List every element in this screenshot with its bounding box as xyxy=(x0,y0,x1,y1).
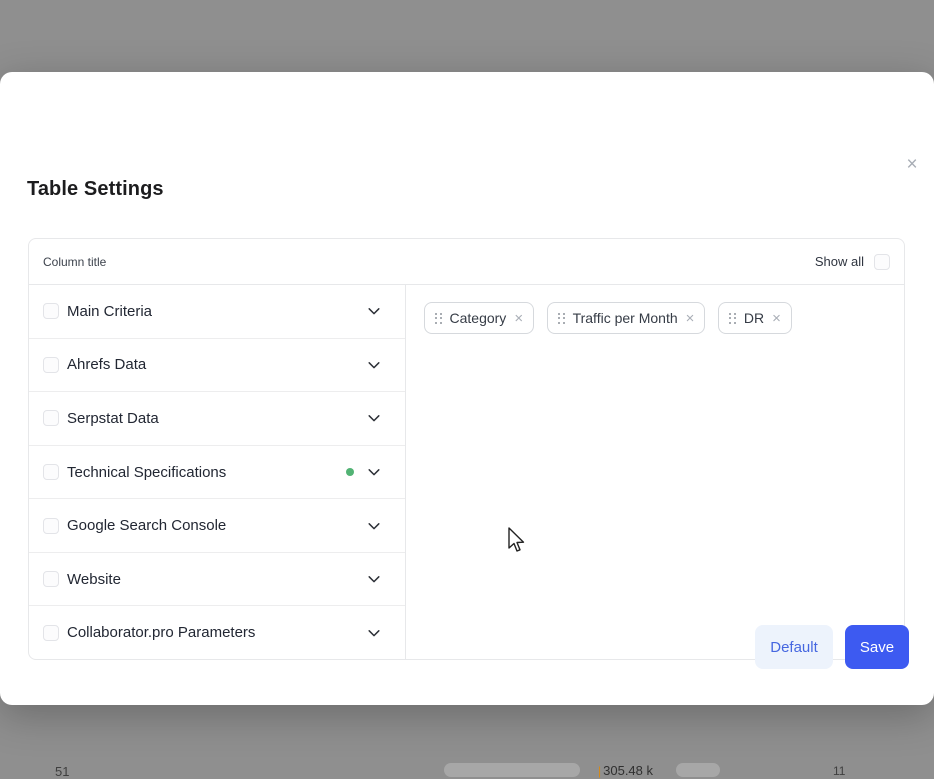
selected-columns-area: Category × Traffic per Month × DR × xyxy=(406,285,904,659)
category-row-collaborator-pro-parameters[interactable]: Collaborator.pro Parameters xyxy=(29,605,405,659)
category-checkbox[interactable] xyxy=(43,303,59,319)
category-checkbox[interactable] xyxy=(43,357,59,373)
chevron-down-icon[interactable] xyxy=(367,358,381,372)
category-list: Main Criteria Ahrefs Data Serpstat Data xyxy=(29,285,406,659)
category-row-website[interactable]: Website xyxy=(29,552,405,606)
category-row-google-search-console[interactable]: Google Search Console xyxy=(29,498,405,552)
drag-handle-icon[interactable] xyxy=(558,313,565,324)
column-chip-traffic-per-month[interactable]: Traffic per Month × xyxy=(547,302,705,334)
chevron-down-icon[interactable] xyxy=(367,519,381,533)
category-checkbox[interactable] xyxy=(43,464,59,480)
save-button[interactable]: Save xyxy=(845,625,909,669)
table-settings-modal: × Table Settings Column title Show all M… xyxy=(0,72,934,705)
chevron-down-icon[interactable] xyxy=(367,465,381,479)
category-checkbox[interactable] xyxy=(43,571,59,587)
modal-title: Table Settings xyxy=(27,178,164,201)
category-row-ahrefs-data[interactable]: Ahrefs Data xyxy=(29,338,405,392)
category-checkbox[interactable] xyxy=(43,625,59,641)
show-all-checkbox[interactable] xyxy=(874,254,890,270)
drag-handle-icon[interactable] xyxy=(729,313,736,324)
columns-panel: Column title Show all Main Criteria Ahre… xyxy=(28,238,905,660)
category-row-technical-specifications[interactable]: Technical Specifications xyxy=(29,445,405,499)
background-page-strip: 51 |305.48 k 11 xyxy=(0,756,934,772)
column-title-label: Column title xyxy=(43,255,106,269)
background-pill xyxy=(676,763,720,777)
background-right-value: 11 xyxy=(833,764,845,778)
background-pill xyxy=(444,763,580,777)
category-row-main-criteria[interactable]: Main Criteria xyxy=(29,285,405,338)
panel-header: Column title Show all xyxy=(29,239,904,285)
category-row-serpstat-data[interactable]: Serpstat Data xyxy=(29,391,405,445)
category-checkbox[interactable] xyxy=(43,410,59,426)
column-chip-dr[interactable]: DR × xyxy=(718,302,792,334)
flame-icon: | xyxy=(598,764,601,778)
show-all-label: Show all xyxy=(815,254,864,269)
remove-chip-icon[interactable]: × xyxy=(514,311,523,326)
close-icon[interactable]: × xyxy=(898,150,926,178)
background-metric: |305.48 k xyxy=(598,763,653,778)
chevron-down-icon[interactable] xyxy=(367,572,381,586)
category-checkbox[interactable] xyxy=(43,518,59,534)
active-indicator-dot xyxy=(346,468,354,476)
chevron-down-icon[interactable] xyxy=(367,626,381,640)
remove-chip-icon[interactable]: × xyxy=(772,311,781,326)
remove-chip-icon[interactable]: × xyxy=(686,311,695,326)
default-button[interactable]: Default xyxy=(755,625,833,669)
chevron-down-icon[interactable] xyxy=(367,304,381,318)
drag-handle-icon[interactable] xyxy=(435,313,442,324)
chevron-down-icon[interactable] xyxy=(367,411,381,425)
column-chip-category[interactable]: Category × xyxy=(424,302,534,334)
